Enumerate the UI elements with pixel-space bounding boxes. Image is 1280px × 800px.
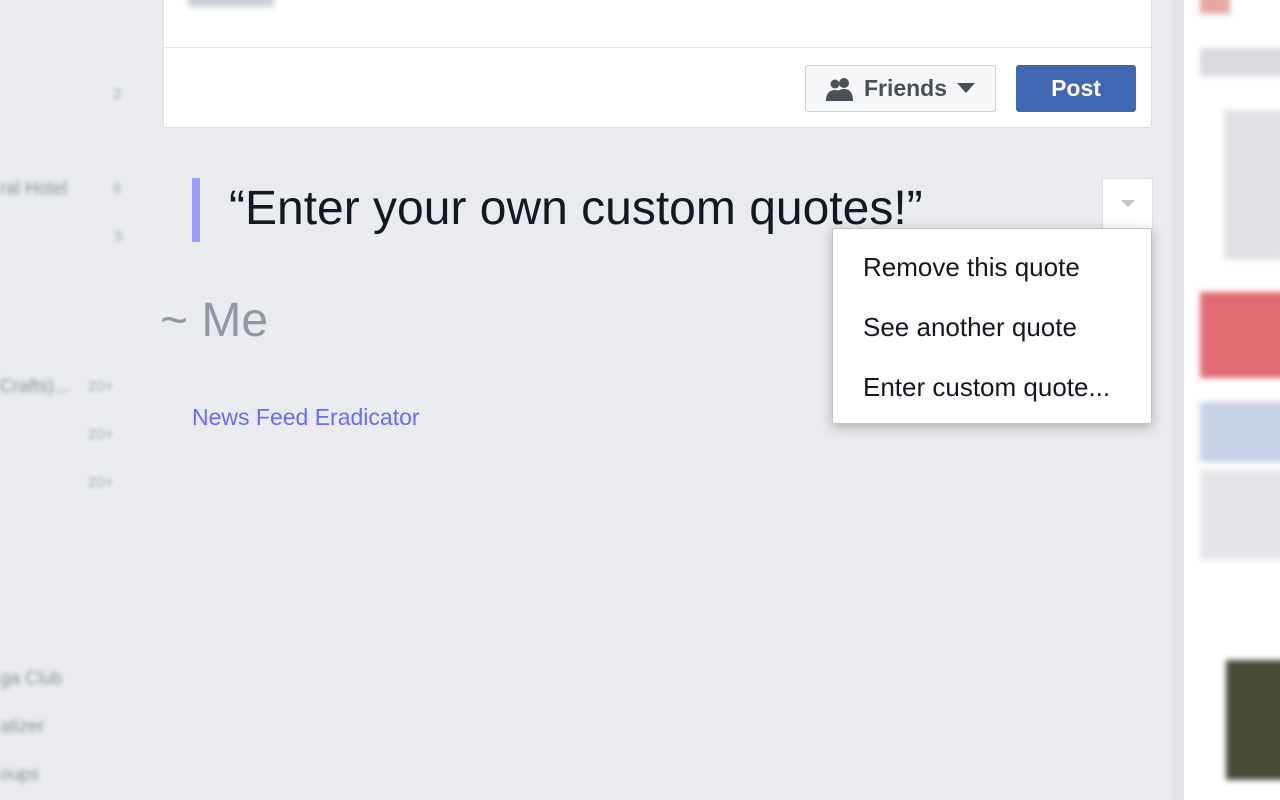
quote-menu-toggle[interactable] [1102,178,1153,229]
menu-item-enter-custom-quote[interactable]: Enter custom quote... [833,357,1151,417]
news-feed-eradicator-link[interactable]: News Feed Eradicator [192,404,420,431]
composer-divider [164,47,1151,48]
sidebar-count: 20+ [88,378,114,395]
sidebar-item-blurred[interactable]: Crafts)... [0,376,69,397]
blurred-image[interactable] [1200,402,1280,462]
quote-author: ~ Me [160,294,269,347]
post-composer: Friends Post [163,0,1152,128]
composer-blurred-content [188,0,274,7]
left-sidebar: 2 ral Hotel 6 5 Crafts)... 20+ 20+ 20+ g… [0,0,140,800]
blurred-thumbnail [1200,0,1230,14]
blurred-text-block [1200,470,1280,560]
sidebar-count: 6 [113,180,122,197]
chevron-down-icon [957,83,976,94]
blurred-avatar[interactable] [1226,660,1280,780]
sidebar-item-blurred[interactable]: atizer [0,716,44,737]
sidebar-item-blurred[interactable]: oups [0,764,39,785]
quote-text: “Enter your own custom quotes!” [229,182,923,235]
sidebar-count: 5 [115,228,124,245]
post-button[interactable]: Post [1016,65,1136,112]
menu-item-remove-quote[interactable]: Remove this quote [833,237,1151,297]
audience-label: Friends [863,75,948,101]
caret-down-icon [1121,200,1135,207]
sidebar-count: 20+ [88,426,114,443]
right-sidebar [1184,0,1280,800]
menu-item-see-another-quote[interactable]: See another quote [833,297,1151,357]
quote-options-menu: Remove this quote See another quote Ente… [832,228,1152,424]
audience-selector-button[interactable]: Friends [805,65,996,112]
sidebar-item-blurred[interactable]: ral Hotel [0,178,67,199]
sidebar-item-blurred[interactable]: ga Club [0,668,62,689]
sidebar-count: 2 [113,86,122,103]
friends-icon [825,77,854,101]
blurred-text-block [1200,48,1280,76]
blurred-image[interactable] [1200,292,1280,378]
blurred-image [1224,110,1280,260]
right-scroll-gutter [1172,0,1184,800]
quote-accent-bar [192,178,200,242]
sidebar-count: 20+ [88,474,114,491]
